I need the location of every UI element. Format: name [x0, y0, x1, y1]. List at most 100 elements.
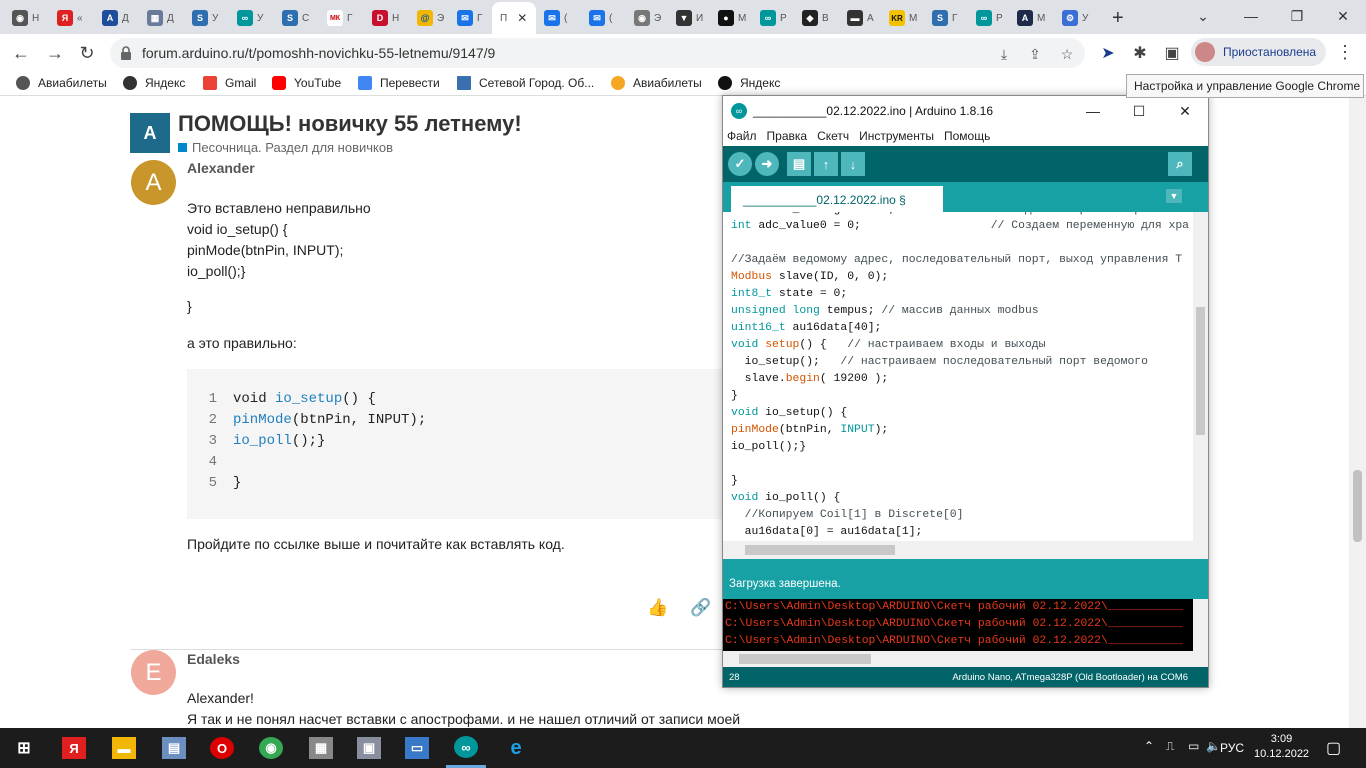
editor-vscrollbar[interactable] — [1193, 212, 1208, 541]
cursor-extension-icon[interactable]: ➤ — [1093, 38, 1123, 68]
post-username[interactable]: Edaleks — [187, 651, 240, 667]
editor-hscrollbar[interactable] — [723, 541, 1208, 559]
open-icon[interactable]: ↑ — [814, 152, 838, 176]
avatar[interactable]: E — [131, 650, 176, 695]
browser-tab[interactable]: DН — [368, 5, 403, 31]
bookmark-item[interactable]: Авиабилеты — [611, 76, 702, 90]
minimize-icon[interactable]: — — [1228, 0, 1274, 32]
close-window-icon[interactable]: ✕ — [1162, 96, 1208, 126]
browser-tab[interactable]: ◉ Э — [630, 5, 665, 31]
side-panel-icon[interactable]: ▣ — [1157, 38, 1187, 68]
notifications-icon[interactable]: ▢ — [1326, 738, 1341, 758]
chevron-up-icon[interactable]: ⌃ — [1144, 739, 1154, 753]
chevron-down-icon[interactable]: ⌄ — [1180, 0, 1226, 32]
console-output[interactable]: C:\Users\Admin\Desktop\ARDUINO\Скетч раб… — [723, 599, 1193, 651]
browser-tab[interactable]: @ Э — [413, 5, 448, 31]
scrollbar-thumb[interactable] — [739, 654, 871, 664]
close-tab-icon[interactable]: ✕ — [517, 11, 527, 25]
menu-tools[interactable]: Инструменты — [859, 129, 934, 143]
scrollbar-thumb[interactable] — [1196, 307, 1205, 435]
remote-desktop-icon[interactable]: ▭ — [405, 737, 429, 759]
clock[interactable]: 3:09 10.12.2022 — [1254, 732, 1309, 762]
extensions-puzzle-icon[interactable]: ✱ — [1125, 38, 1155, 68]
post-username[interactable]: Alexander — [187, 160, 255, 176]
browser-tab[interactable]: ▼ И — [672, 5, 707, 31]
forward-icon[interactable]: → — [40, 38, 70, 68]
bookmark-item[interactable]: Сетевой Город. Об... — [457, 76, 594, 90]
browser-tab[interactable]: МК Г — [323, 5, 356, 31]
chrome-icon[interactable]: ◉ — [259, 737, 283, 759]
minimize-icon[interactable]: — — [1070, 96, 1116, 126]
browser-tab[interactable]: ∞ Р — [756, 5, 791, 31]
browser-tab[interactable]: ✉ Г — [453, 5, 486, 31]
browser-tab[interactable]: AМ — [1013, 5, 1049, 31]
browser-tab[interactable]: ∞ У — [233, 5, 267, 31]
browser-tab-active[interactable]: П ✕ — [492, 2, 536, 34]
browser-tab[interactable]: ∞ Р — [972, 5, 1007, 31]
browser-tab[interactable]: AД — [98, 5, 133, 31]
upload-icon[interactable]: ➜ — [755, 152, 779, 176]
network-icon[interactable]: ⎍ — [1166, 739, 1174, 754]
maximize-icon[interactable]: ☐ — [1116, 96, 1162, 126]
page-scrollbar[interactable] — [1349, 96, 1366, 728]
menu-file[interactable]: Файл — [727, 129, 757, 143]
code-editor[interactable]: float ref_voltage = 5.0; // Задаем опорн… — [723, 212, 1193, 541]
browser-tab[interactable]: ◉ Н — [8, 5, 43, 31]
console-hscrollbar[interactable] — [723, 651, 1208, 667]
menu-edit[interactable]: Правка — [767, 129, 808, 143]
new-tab-button[interactable]: + — [1108, 5, 1128, 31]
menu-dots-icon[interactable]: ⋮ — [1336, 42, 1354, 63]
browser-tab[interactable]: ● М — [714, 5, 750, 31]
file-explorer-icon[interactable]: ▬ — [112, 737, 136, 759]
app-icon[interactable]: ▦ — [309, 737, 333, 759]
browser-tab[interactable]: Я « — [53, 5, 87, 31]
verify-icon[interactable]: ✓ — [728, 152, 752, 176]
scrollbar-thumb[interactable] — [745, 545, 895, 555]
back-icon[interactable]: ← — [6, 38, 36, 68]
browser-tab[interactable]: ✉( — [585, 5, 616, 31]
browser-tab[interactable]: ⚙ У — [1058, 5, 1092, 31]
opera-icon[interactable]: O — [210, 737, 234, 759]
save-icon[interactable]: ↓ — [841, 152, 865, 176]
browser-tab[interactable]: SС — [278, 5, 313, 31]
star-icon[interactable]: ☆ — [1056, 43, 1078, 65]
arduino-icon[interactable]: ∞ — [454, 736, 478, 758]
install-icon[interactable]: ⤓ — [993, 43, 1015, 65]
ie-icon[interactable]: e — [504, 737, 528, 759]
app-icon[interactable]: ▣ — [357, 737, 381, 759]
bookmark-item[interactable]: Авиабилеты — [16, 76, 107, 90]
link-icon[interactable]: 🔗 — [690, 598, 711, 618]
browser-tab[interactable]: KR М — [885, 5, 921, 31]
new-sketch-icon[interactable]: ▤ — [787, 152, 811, 176]
language-indicator[interactable]: РУС — [1220, 741, 1244, 755]
avatar[interactable]: A — [131, 160, 176, 205]
menu-sketch[interactable]: Скетч — [817, 129, 849, 143]
restore-icon[interactable]: ❐ — [1274, 0, 1320, 32]
profile-button[interactable]: Приостановлена — [1191, 38, 1326, 66]
bookmark-item[interactable]: YouTube — [272, 76, 341, 90]
reload-icon[interactable]: ↻ — [72, 38, 102, 68]
browser-tab[interactable]: SУ — [188, 5, 222, 31]
browser-tab[interactable]: ◆ В — [798, 5, 833, 31]
browser-tab[interactable]: ✉( — [540, 5, 571, 31]
volume-icon[interactable]: 🔈 — [1206, 739, 1221, 753]
close-window-icon[interactable]: ✕ — [1320, 0, 1366, 32]
bookmark-item[interactable]: Яндекс — [123, 76, 185, 90]
browser-tab[interactable]: ▬ А — [843, 5, 878, 31]
yandex-browser-icon[interactable]: Я — [62, 737, 86, 759]
windows-start-icon[interactable]: ⊞ — [12, 737, 36, 759]
scrollbar-thumb[interactable] — [1353, 470, 1362, 542]
bookmark-item[interactable]: Gmail — [203, 76, 256, 90]
menu-help[interactable]: Помощь — [944, 129, 990, 143]
browser-tab[interactable]: SГ — [928, 5, 961, 31]
tab-menu-icon[interactable]: ▼ — [1166, 189, 1182, 203]
notepad-icon[interactable]: ▤ — [162, 737, 186, 759]
bookmark-item[interactable]: Перевести — [358, 76, 440, 90]
sketch-tab[interactable]: ___________02.12.2022.ino § — [731, 186, 943, 212]
console-vscrollbar[interactable] — [1193, 599, 1208, 651]
topic-title[interactable]: ПОМОЩЬ! новичку 55 летнему! — [178, 111, 522, 137]
like-icon[interactable]: 👍 — [647, 598, 668, 618]
browser-tab[interactable]: ▦ Д — [143, 5, 178, 31]
address-bar[interactable]: forum.arduino.ru/t/pomoshh-novichku-55-l… — [110, 38, 1085, 68]
forum-logo[interactable]: A — [130, 113, 170, 153]
